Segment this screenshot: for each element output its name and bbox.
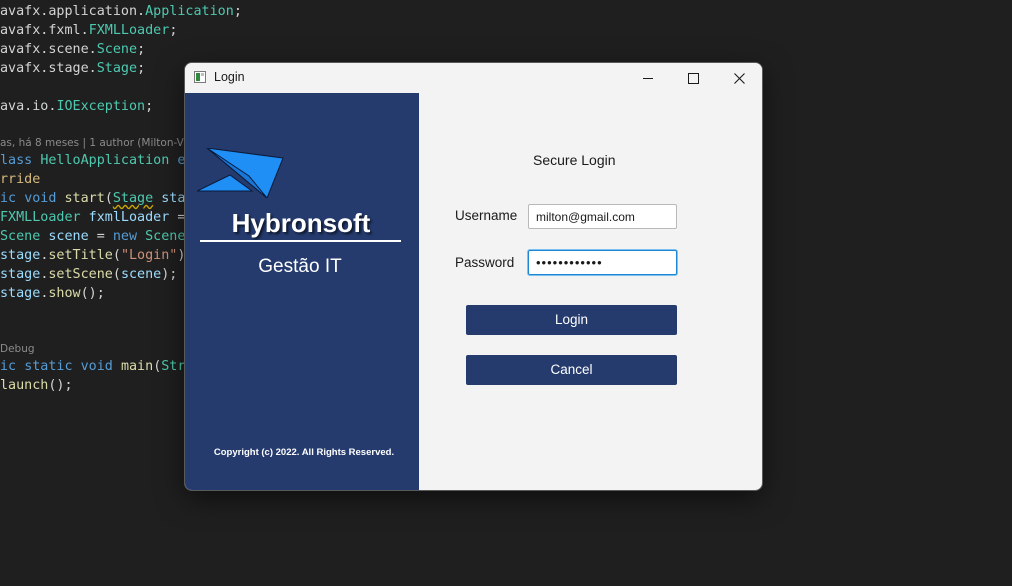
code-token: lass <box>0 153 41 168</box>
code-line: Scene scene = new Scene(f <box>0 227 202 246</box>
code-token: "Login" <box>120 248 178 263</box>
code-token: Stage <box>96 61 138 76</box>
codelens-debug[interactable]: Debug <box>0 342 35 357</box>
code-token: ; <box>137 61 146 76</box>
code-token: ic <box>0 191 25 206</box>
code-line: launch(); <box>0 376 73 395</box>
code-token: avafx.fxml. <box>0 23 89 38</box>
code-line: ic void start(Stage stage <box>0 189 202 208</box>
java-app-icon <box>194 71 206 83</box>
code-token: (); <box>48 378 73 393</box>
cancel-button[interactable]: Cancel <box>466 355 677 385</box>
code-token: ; <box>145 99 154 114</box>
code-token: ); <box>161 267 178 282</box>
code-token: (); <box>80 286 105 301</box>
code-token: new <box>112 229 146 244</box>
code-line: stage.setScene(scene); <box>0 265 177 284</box>
code-line: ic static void main(Strin <box>0 357 202 376</box>
code-line: stage.setTitle("Login"); <box>0 246 194 265</box>
login-button[interactable]: Login <box>466 305 677 335</box>
code-token: void <box>24 191 65 206</box>
code-token: start <box>64 191 105 206</box>
code-line: avafx.scene.Scene; <box>0 40 145 59</box>
code-token: scene <box>40 229 97 244</box>
code-token: ava.io. <box>0 99 57 114</box>
code-line: avafx.application.Application; <box>0 2 242 21</box>
paper-plane-logo <box>197 148 284 198</box>
maximize-button[interactable] <box>670 63 716 93</box>
window-titlebar[interactable]: Login <box>185 63 762 93</box>
code-line: stage.show(); <box>0 284 105 303</box>
code-token: static <box>24 359 81 374</box>
code-token: stage <box>0 267 41 282</box>
code-token: ic <box>0 359 25 374</box>
code-token: ( <box>112 248 121 263</box>
code-token: ; <box>137 42 146 57</box>
maximize-icon <box>687 72 699 84</box>
code-token: rride <box>0 172 41 187</box>
codelens-author[interactable]: as, há 8 meses | 1 author (Milton-Vi <box>0 136 187 151</box>
code-line: ava.io.IOException; <box>0 97 153 116</box>
code-token: ; <box>233 4 242 19</box>
code-token: avafx.stage. <box>0 61 97 76</box>
code-token: FXMLLoader <box>0 210 81 225</box>
login-window: Login Hybronsoft Gestão IT Copyright (c)… <box>185 63 762 490</box>
code-line: avafx.stage.Stage; <box>0 59 145 78</box>
code-token: stage <box>0 248 41 263</box>
code-line: lass HelloApplication ext <box>0 151 202 170</box>
code-token: void <box>80 359 121 374</box>
brand-divider <box>200 240 401 242</box>
brand-subtitle: Gestão IT <box>258 256 342 277</box>
code-token: IOException <box>56 99 146 114</box>
brand-panel: Hybronsoft Gestão IT Copyright (c) 2022.… <box>185 93 419 490</box>
code-token: Application <box>145 4 234 19</box>
password-label: Password <box>455 255 515 270</box>
code-token: launch <box>0 378 49 393</box>
code-token: HelloApplication <box>40 153 170 168</box>
code-line: FXMLLoader fxmlLoader = n <box>0 208 202 227</box>
code-token: ( <box>104 191 113 206</box>
password-field[interactable] <box>528 250 677 275</box>
username-label: Username <box>455 208 518 223</box>
code-token: setScene <box>48 267 113 282</box>
code-token: avafx.scene. <box>0 42 97 57</box>
code-token: Scene <box>96 42 138 57</box>
code-token: FXMLLoader <box>88 23 170 38</box>
copyright-text: Copyright (c) 2022. All Rights Reserved. <box>213 447 395 458</box>
code-token: scene <box>120 267 162 282</box>
close-icon <box>733 72 745 84</box>
code-token: ( <box>112 267 121 282</box>
code-token: fxmlLoader <box>80 210 178 225</box>
code-line: avafx.fxml.FXMLLoader; <box>0 21 177 40</box>
code-token: main <box>120 359 154 374</box>
code-token: stage <box>0 286 41 301</box>
code-token: = <box>96 229 113 244</box>
form-title: Secure Login <box>533 152 616 168</box>
window-title: Login <box>214 70 245 84</box>
close-button[interactable] <box>716 63 762 93</box>
code-token: ; <box>169 23 178 38</box>
minimize-icon <box>643 77 653 79</box>
code-token: show <box>48 286 81 301</box>
code-token: Scene <box>0 229 41 244</box>
username-field[interactable] <box>528 204 677 229</box>
code-token: Stage <box>112 191 154 206</box>
code-token: Scene <box>145 229 186 244</box>
code-token: setTitle <box>48 248 113 263</box>
code-line: rride <box>0 170 40 189</box>
minimize-button[interactable] <box>625 63 671 93</box>
code-token: avafx.application. <box>0 4 146 19</box>
brand-name: Hybronsoft <box>231 208 371 238</box>
